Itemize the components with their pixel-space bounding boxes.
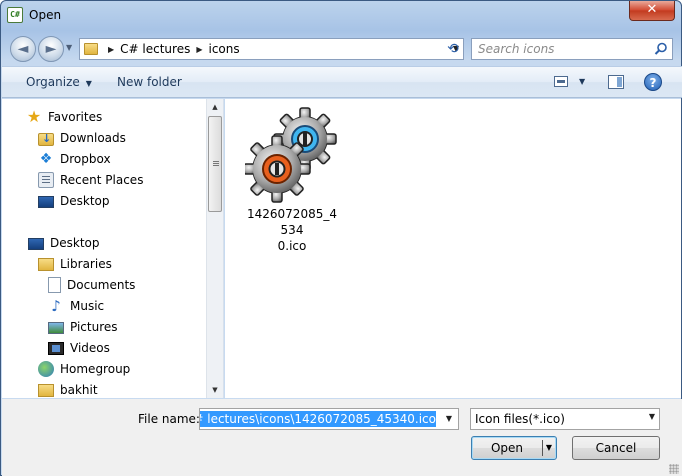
preview-pane-icon[interactable]: [608, 75, 624, 89]
sidebar-item-label: Dropbox: [60, 152, 111, 166]
scroll-up-icon[interactable]: ▲: [207, 99, 223, 115]
file-type-value: Icon files(*.ico): [475, 412, 565, 426]
breadcrumb-chevron-icon[interactable]: ▶: [196, 45, 202, 54]
open-dialog: C# Open ✕ ◄ ► ▼ ▶ C# lectures ▶ icons ▼ …: [0, 0, 682, 476]
close-button[interactable]: ✕: [629, 1, 675, 21]
file-name-label: File name:: [138, 412, 200, 426]
folder-icon: [84, 43, 98, 55]
scroll-down-icon[interactable]: ▼: [207, 382, 223, 398]
dialog-footer: File name: ktop\C# lectures\icons\142607…: [2, 399, 682, 476]
sidebar-item-label: Desktop: [50, 236, 100, 250]
pictures-icon: [48, 322, 64, 334]
sidebar-item-label: bakhit: [60, 383, 98, 397]
chevron-down-icon: ▼: [85, 79, 92, 88]
navigation-pane[interactable]: ★ Favorites Downloads ❖ Dropbox Recent P…: [2, 99, 224, 398]
downloads-folder-icon: [38, 132, 54, 146]
file-list[interactable]: 1426072085_4534 0.ico: [225, 99, 681, 398]
sidebar-item-dropbox[interactable]: ❖ Dropbox: [38, 149, 111, 169]
desktop-icon: [38, 196, 54, 208]
sidebar-item-pictures[interactable]: Pictures: [48, 317, 118, 337]
sidebar-item-videos[interactable]: Videos: [48, 338, 110, 358]
split-divider: [542, 440, 543, 456]
open-options-icon[interactable]: ▼: [546, 437, 552, 459]
sidebar-item-homegroup[interactable]: Homegroup: [38, 359, 130, 379]
desktop-icon: [28, 238, 44, 250]
videos-icon: [48, 341, 64, 355]
documents-icon: [48, 277, 61, 293]
sidebar-item-desktop-favorite[interactable]: Desktop: [38, 191, 110, 211]
sidebar-item-label: Desktop: [60, 194, 110, 208]
file-type-select[interactable]: Icon files(*.ico) ▼: [470, 408, 660, 430]
open-button[interactable]: Open ▼: [471, 436, 557, 460]
resize-grip-icon[interactable]: [669, 464, 679, 474]
sidebar-item-music[interactable]: ♪ Music: [48, 296, 104, 316]
sidebar-item-recent-places[interactable]: Recent Places: [38, 170, 143, 190]
search-icon[interactable]: [654, 42, 668, 56]
cancel-button[interactable]: Cancel: [572, 436, 660, 460]
open-button-label: Open: [490, 441, 524, 455]
search-placeholder: Search icons: [478, 42, 555, 56]
sidebar-item-label: Downloads: [60, 131, 126, 145]
sidebar-item-libraries[interactable]: Libraries: [38, 254, 112, 274]
scrollbar-thumb[interactable]: [208, 116, 222, 212]
new-folder-button[interactable]: New folder: [117, 75, 182, 89]
command-bar: Organize ▼ New folder ▼ ?: [2, 66, 682, 98]
address-bar[interactable]: ▶ C# lectures ▶ icons ▼: [79, 38, 464, 60]
sidebar-item-label: Libraries: [60, 257, 112, 271]
user-folder-icon: [38, 383, 54, 397]
sidebar-item-label: Documents: [67, 278, 136, 292]
file-name-value[interactable]: ktop\C# lectures\icons\1426072085_45340.…: [200, 411, 436, 427]
change-view-icon[interactable]: [554, 76, 568, 87]
sidebar-item-label: Pictures: [70, 320, 118, 334]
file-name-input[interactable]: ktop\C# lectures\icons\1426072085_45340.…: [199, 408, 459, 430]
breadcrumb-icons[interactable]: icons: [209, 42, 240, 56]
music-icon: ♪: [51, 297, 61, 315]
back-button[interactable]: ◄: [10, 36, 36, 62]
grip-icon: [213, 161, 219, 162]
sidebar-item-label: Videos: [70, 341, 110, 355]
forward-button[interactable]: ►: [38, 36, 64, 62]
file-name-line2: 0.ico: [277, 239, 307, 253]
dropbox-icon: ❖: [39, 151, 53, 167]
file-name: 1426072085_4534 0.ico: [245, 206, 339, 254]
file-name-line1: 1426072085_4534: [247, 207, 337, 237]
breadcrumb-csharp-lectures[interactable]: C# lectures: [120, 42, 190, 56]
chevron-down-icon[interactable]: ▼: [649, 412, 655, 421]
help-icon[interactable]: ?: [644, 73, 662, 91]
sidebar-item-desktop[interactable]: Desktop: [28, 233, 100, 253]
sidebar-item-downloads[interactable]: Downloads: [38, 128, 126, 148]
sidebar-item-label: Homegroup: [60, 362, 131, 376]
search-input[interactable]: Search icons: [471, 38, 673, 60]
file-name-dropdown-icon[interactable]: ▼: [440, 409, 458, 429]
sidebar-item-favorites[interactable]: ★ Favorites: [26, 107, 102, 127]
window-title: Open: [29, 8, 62, 22]
refresh-icon[interactable]: ⟲: [442, 39, 464, 59]
sidebar-item-label: Music: [70, 299, 105, 313]
navigation-scrollbar[interactable]: ▲ ▼: [206, 99, 223, 398]
sidebar-item-bakhit[interactable]: bakhit: [38, 380, 98, 398]
sidebar-item-label: Favorites: [48, 110, 103, 124]
title-bar[interactable]: C# Open ✕: [1, 1, 681, 31]
homegroup-icon: [38, 361, 54, 377]
organize-button[interactable]: Organize ▼: [26, 75, 92, 89]
recent-locations-dropdown[interactable]: ▼: [66, 43, 72, 52]
csharp-app-icon: C#: [7, 7, 23, 23]
sidebar-item-documents[interactable]: Documents: [48, 275, 135, 295]
sidebar-item-label: Recent Places: [60, 173, 144, 187]
recent-places-icon: [38, 172, 54, 188]
organize-label: Organize: [26, 75, 80, 89]
gears-icon: [243, 107, 337, 203]
navigation-bar: ◄ ► ▼ ▶ C# lectures ▶ icons ▼ ⟲ Search i…: [1, 33, 681, 63]
libraries-icon: [38, 257, 54, 271]
breadcrumb-chevron-icon[interactable]: ▶: [108, 45, 114, 54]
file-item[interactable]: 1426072085_4534 0.ico: [243, 107, 339, 254]
views-dropdown-icon[interactable]: ▼: [579, 77, 585, 86]
star-icon: ★: [26, 107, 42, 126]
